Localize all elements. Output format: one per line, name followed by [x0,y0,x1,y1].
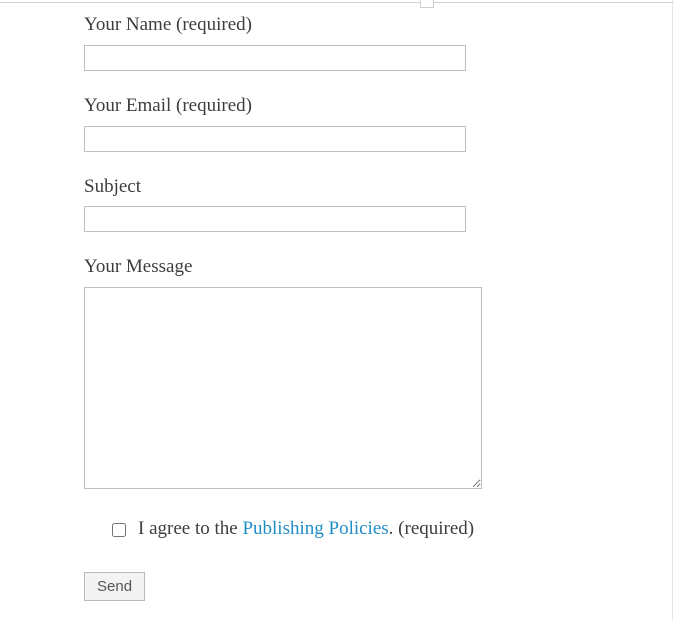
agree-row: I agree to the Publishing Policies. (req… [112,518,674,540]
right-edge [672,0,673,620]
name-label: Your Name (required) [84,14,674,37]
email-input[interactable] [84,126,466,152]
subject-label: Subject [84,176,674,199]
agree-suffix: . (required) [389,518,474,539]
name-input[interactable] [84,45,466,71]
top-divider [0,2,674,3]
field-subject: Subject [84,176,674,233]
field-message: Your Message [84,256,674,494]
agree-checkbox[interactable] [112,523,126,537]
page: Your Name (required) Your Email (require… [0,0,674,620]
submit-row: Send [84,572,674,601]
top-notch [420,0,434,8]
message-label: Your Message [84,256,674,279]
contact-form: Your Name (required) Your Email (require… [0,0,674,601]
field-name: Your Name (required) [84,14,674,71]
send-button[interactable]: Send [84,572,145,601]
message-input[interactable] [84,287,482,489]
field-email: Your Email (required) [84,95,674,152]
email-label: Your Email (required) [84,95,674,118]
publishing-policies-link[interactable]: Publishing Policies [242,518,388,539]
subject-input[interactable] [84,206,466,232]
agree-prefix: I agree to the [138,518,242,539]
agree-text: I agree to the Publishing Policies. (req… [138,518,474,540]
